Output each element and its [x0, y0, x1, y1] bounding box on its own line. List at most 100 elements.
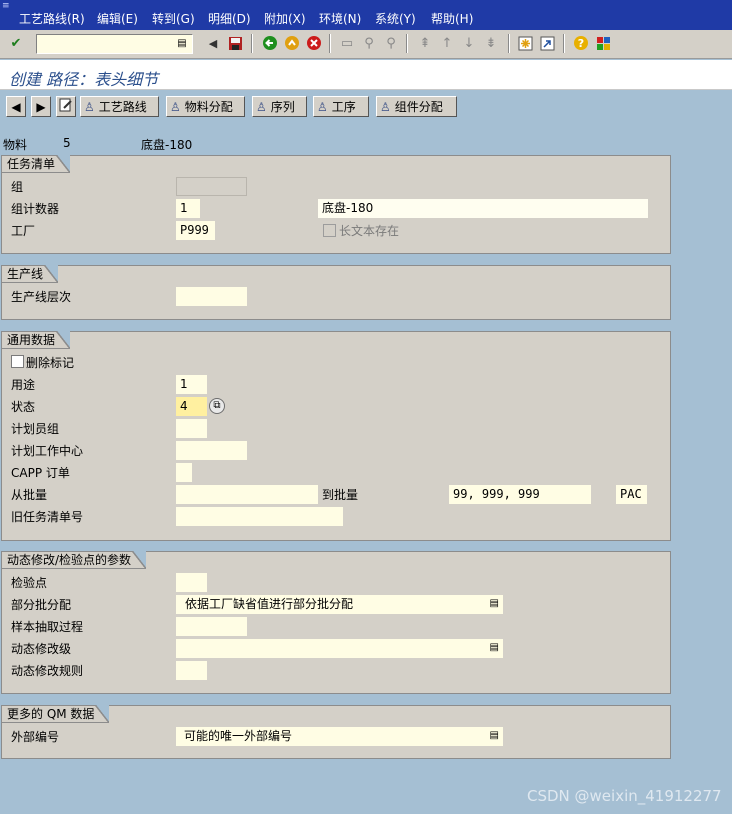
previous-button[interactable]: ◀: [6, 96, 26, 117]
line-hierarchy-label: 生产线层次: [11, 290, 72, 304]
menu-item-goto[interactable]: 转到(G): [152, 12, 195, 27]
prev-page-icon[interactable]: ↑: [438, 34, 456, 52]
external-number-dropdown[interactable]: 可能的唯一外部编号 ▤: [176, 727, 503, 746]
to-lot-field[interactable]: 99, 999, 999: [449, 485, 591, 504]
save-icon[interactable]: [226, 34, 244, 52]
dynamic-rule-field[interactable]: [176, 661, 207, 680]
inspection-point-field[interactable]: [176, 573, 207, 592]
usage-label: 用途: [11, 378, 36, 392]
back-icon[interactable]: [261, 34, 279, 52]
partial-lot-value: 依据工厂缺省值进行部分批分配: [185, 597, 354, 611]
dropdown-icon[interactable]: ▤: [490, 642, 499, 654]
system-menu-icon[interactable]: ≡: [2, 2, 12, 11]
material-label: 物料: [3, 138, 28, 152]
unit-field[interactable]: PAC: [616, 485, 647, 504]
capp-order-field[interactable]: [176, 463, 192, 482]
edit-pencil-icon: [59, 98, 73, 115]
menu-item-edit[interactable]: 编辑(E): [97, 12, 138, 27]
display-change-button[interactable]: [56, 96, 76, 117]
dropdown-icon[interactable]: ▤: [490, 730, 499, 742]
help-icon[interactable]: ?: [572, 34, 590, 52]
first-page-icon[interactable]: ⇞: [416, 34, 434, 52]
external-number-value: 可能的唯一外部编号: [184, 729, 293, 743]
planner-group-field[interactable]: [176, 419, 207, 438]
collapse-icon[interactable]: ◀: [204, 34, 222, 52]
qm-data-group: 更多的 QM 数据 外部编号 可能的唯一外部编号 ▤: [1, 705, 671, 759]
material-assignment-label: 物料分配: [184, 100, 233, 114]
person-icon: ♙: [380, 99, 391, 114]
check-icon[interactable]: ✔: [7, 34, 25, 52]
plant-field[interactable]: P999: [176, 221, 215, 240]
group-counter-field[interactable]: 1: [176, 199, 200, 218]
dynamic-rule-label: 动态修改规则: [11, 664, 84, 678]
group-label: 组: [11, 180, 24, 194]
status-field[interactable]: 4: [176, 397, 207, 416]
general-data-group: 通用数据 删除标记 用途 1 状态 4 ⧉ 计划员组 计划工作中心 CAPP 订…: [1, 331, 671, 541]
sampling-procedure-field[interactable]: [176, 617, 247, 636]
to-lot-label: 到批量: [322, 488, 359, 502]
person-icon: ♙: [84, 99, 95, 114]
partial-lot-dropdown[interactable]: 依据工厂缺省值进行部分批分配 ▤: [176, 595, 503, 614]
general-data-title: 通用数据: [2, 331, 71, 349]
from-lot-field[interactable]: [176, 485, 318, 504]
routing-button[interactable]: ♙ 工艺路线: [80, 96, 159, 117]
sequence-label: 序列: [270, 100, 295, 114]
previous-icon: ◀: [11, 99, 21, 114]
old-task-list-field[interactable]: [176, 507, 343, 526]
production-line-title: 生产线: [2, 265, 59, 283]
menu-bar: ≡ 工艺路线(R) 编辑(E) 转到(G) 明细(D) 附加(X) 环境(N) …: [0, 0, 732, 30]
routing-button-label: 工艺路线: [98, 100, 147, 114]
line-hierarchy-field[interactable]: [176, 287, 247, 306]
layout-icon[interactable]: [594, 34, 612, 52]
menu-item-routing[interactable]: 工艺路线(R): [19, 12, 85, 27]
menu-item-help[interactable]: 帮助(H): [431, 12, 473, 27]
dropdown-icon[interactable]: ▤: [490, 598, 499, 610]
menu-item-system[interactable]: 系统(Y): [375, 12, 416, 27]
next-page-icon[interactable]: ↓: [460, 34, 478, 52]
dynamic-level-dropdown[interactable]: ▤: [176, 639, 503, 658]
group-counter-description[interactable]: 底盘-180: [318, 199, 648, 218]
person-icon: ♙: [317, 99, 328, 114]
inspection-point-label: 检验点: [11, 576, 48, 590]
next-button[interactable]: ▶: [31, 96, 51, 117]
material-description: 底盘-180: [141, 138, 193, 152]
print-icon[interactable]: ▭: [338, 34, 356, 52]
find-next-icon[interactable]: ⚲: [382, 34, 400, 52]
usage-field[interactable]: 1: [176, 375, 207, 394]
value-help-icon[interactable]: ⧉: [209, 398, 225, 414]
deletion-flag-label: 删除标记: [26, 356, 75, 370]
application-toolbar: ◀ ▶ ♙ 工艺路线 ♙ 物料分配 ♙ 序列 ♙ 工序 ♙ 组件分配: [0, 91, 732, 120]
menu-item-environment[interactable]: 环境(N): [319, 12, 361, 27]
planner-group-label: 计划员组: [11, 422, 60, 436]
task-list-group: 任务清单 组 组计数器 1 底盘-180 工厂 P999 长文本存在: [1, 155, 671, 254]
from-lot-label: 从批量: [11, 488, 48, 502]
work-center-field[interactable]: [176, 441, 247, 460]
component-assignment-label: 组件分配: [394, 100, 443, 114]
operation-button[interactable]: ♙ 工序: [313, 96, 369, 117]
person-icon: ♙: [170, 99, 181, 114]
component-assignment-button[interactable]: ♙ 组件分配: [376, 96, 457, 117]
dynamic-modification-group: 动态修改/检验点的参数 检验点 部分批分配 依据工厂缺省值进行部分批分配 ▤ 样…: [1, 551, 671, 694]
find-icon[interactable]: ⚲: [360, 34, 378, 52]
deletion-flag-checkbox[interactable]: [11, 355, 24, 368]
external-number-label: 外部编号: [11, 730, 60, 744]
menu-item-extras[interactable]: 附加(X): [264, 12, 306, 27]
last-page-icon[interactable]: ⇟: [482, 34, 500, 52]
qm-data-title: 更多的 QM 数据: [2, 705, 110, 723]
command-field[interactable]: ▤: [36, 34, 193, 54]
dropdown-icon[interactable]: ▤: [175, 37, 189, 51]
sequence-button[interactable]: ♙ 序列: [252, 96, 307, 117]
material-value: 5: [63, 136, 71, 150]
new-session-icon[interactable]: [516, 34, 534, 52]
material-assignment-button[interactable]: ♙ 物料分配: [166, 96, 245, 117]
group-field[interactable]: [176, 177, 247, 196]
title-bar: 创建 路径：表头细节: [0, 60, 732, 90]
system-toolbar: ✔ ▤ ◀ ▭ ⚲ ⚲ ⇞ ↑ ↓ ⇟ ?: [0, 30, 732, 59]
cancel-icon[interactable]: [305, 34, 323, 52]
menu-item-details[interactable]: 明细(D): [208, 12, 251, 27]
next-icon: ▶: [36, 99, 46, 114]
long-text-label: 长文本存在: [339, 224, 400, 238]
shortcut-icon[interactable]: [538, 34, 556, 52]
watermark: CSDN @weixin_41912277: [527, 787, 722, 805]
exit-icon[interactable]: [283, 34, 301, 52]
